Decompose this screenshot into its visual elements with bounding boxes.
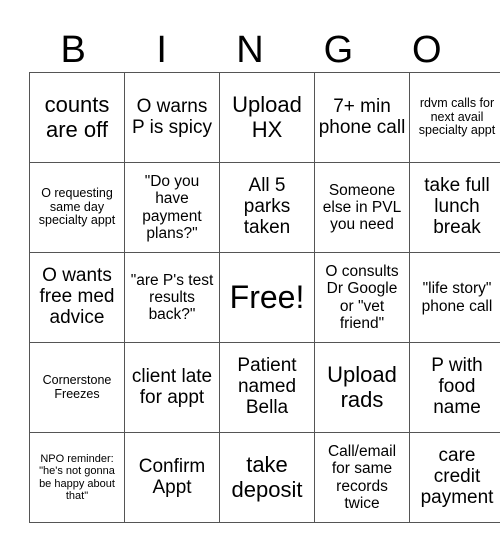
bingo-cell[interactable]: 7+ min phone call <box>314 72 410 163</box>
bingo-cell[interactable]: Someone else in PVL you need <box>314 162 410 253</box>
bingo-cell[interactable]: take full lunch break <box>409 162 500 253</box>
bingo-cell[interactable]: Confirm Appt <box>124 432 220 523</box>
header-letter-n: N <box>236 29 264 71</box>
bingo-row: Cornerstone Freezes client late for appt P… <box>29 342 500 433</box>
free-space-cell[interactable]: Free! <box>219 252 315 343</box>
bingo-cell[interactable]: All 5 parks taken <box>219 162 315 253</box>
bingo-cell[interactable]: NPO reminder: "he's not gonna be happy a… <box>29 432 125 523</box>
bingo-cell[interactable]: Patient named Bella <box>219 342 315 433</box>
bingo-cell[interactable]: "life story" phone call <box>409 252 500 343</box>
header-letter-g: G <box>323 29 354 71</box>
bingo-cell[interactable]: client late for appt <box>124 342 220 433</box>
bingo-cell[interactable]: O consults Dr Google or "vet friend" <box>314 252 410 343</box>
bingo-cell[interactable]: counts are off <box>29 72 125 163</box>
bingo-header: B I N G O <box>29 28 471 72</box>
bingo-cell[interactable]: O wants free med advice <box>29 252 125 343</box>
bingo-cell[interactable]: Cornerstone Freezes <box>29 342 125 433</box>
bingo-cell[interactable]: Upload rads <box>314 342 410 433</box>
bingo-cell[interactable]: care credit payment <box>409 432 500 523</box>
bingo-cell[interactable]: Call/email for same records twice <box>314 432 410 523</box>
bingo-cell[interactable]: Upload HX <box>219 72 315 163</box>
bingo-row: counts are off O warns P is spicy Upload H… <box>29 72 500 163</box>
bingo-row: O wants free med advice "are P's test res… <box>29 252 500 343</box>
bingo-row: NPO reminder: "he's not gonna be happy a… <box>29 432 500 523</box>
bingo-cell[interactable]: O requesting same day specialty appt <box>29 162 125 253</box>
header-letter-i: I <box>156 29 167 71</box>
bingo-cell[interactable]: take deposit <box>219 432 315 523</box>
bingo-cell[interactable]: "are P's test results back?" <box>124 252 220 343</box>
bingo-row: O requesting same day specialty appt "Do … <box>29 162 500 253</box>
bingo-cell[interactable]: rdvm calls for next avail specialty appt <box>409 72 500 163</box>
bingo-grid: counts are off O warns P is spicy Upload H… <box>29 72 500 523</box>
header-letter-b: B <box>60 29 86 71</box>
bingo-cell[interactable]: P with food name <box>409 342 500 433</box>
bingo-cell[interactable]: "Do you have payment plans?" <box>124 162 220 253</box>
bingo-cell[interactable]: O warns P is spicy <box>124 72 220 163</box>
header-letter-o: O <box>412 29 442 71</box>
